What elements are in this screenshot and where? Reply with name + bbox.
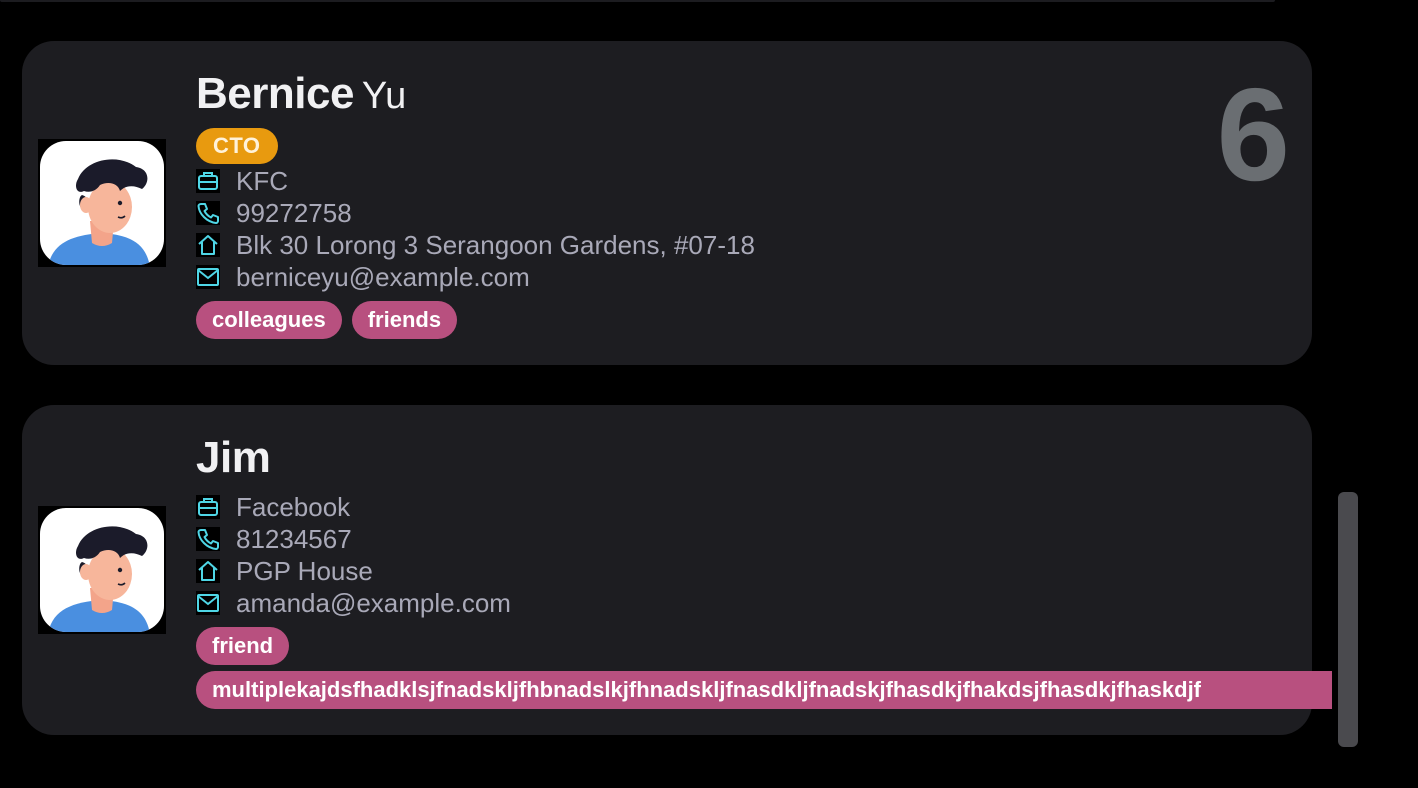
address-text: Blk 30 Lorong 3 Serangoon Gardens, #07-1… bbox=[236, 229, 755, 260]
tag-list: friend bbox=[196, 627, 299, 665]
tag-colleagues: colleagues bbox=[196, 301, 342, 339]
person-index: 6 bbox=[1216, 61, 1290, 208]
email-row: berniceyu@example.com bbox=[196, 261, 530, 293]
company-row: KFC bbox=[196, 165, 288, 197]
home-icon bbox=[196, 233, 220, 257]
address-row: PGP House bbox=[196, 555, 373, 587]
email-text: amanda@example.com bbox=[236, 587, 511, 618]
person-name: Jim bbox=[196, 433, 271, 483]
person-card[interactable]: Jim Facebook 81234567 PGP House amanda@e bbox=[22, 405, 1332, 735]
email-row: amanda@example.com bbox=[196, 587, 511, 619]
avatar-illustration bbox=[40, 141, 164, 265]
home-icon bbox=[196, 559, 220, 583]
role-badge: CTO bbox=[196, 128, 278, 164]
avatar bbox=[38, 506, 166, 634]
phone-row: 99272758 bbox=[196, 197, 352, 229]
phone-text: 81234567 bbox=[236, 523, 352, 554]
tag-long: multiplekajdsfhadklsjfnadskljfhbnadslkjf… bbox=[196, 671, 1332, 709]
last-name: Yu bbox=[361, 75, 407, 117]
tag-list: colleagues friends bbox=[196, 301, 467, 339]
avatar bbox=[38, 139, 166, 267]
first-name: Bernice bbox=[196, 69, 354, 118]
briefcase-icon bbox=[196, 495, 220, 519]
mail-icon bbox=[196, 265, 220, 289]
company-text: Facebook bbox=[236, 491, 351, 522]
email-text: berniceyu@example.com bbox=[236, 261, 530, 292]
avatar-illustration bbox=[40, 508, 164, 632]
address-text: PGP House bbox=[236, 555, 373, 586]
briefcase-icon bbox=[196, 169, 220, 193]
tag-friend: friend bbox=[196, 627, 290, 665]
list-divider bbox=[0, 0, 1275, 2]
company-text: KFC bbox=[236, 165, 288, 196]
scrollbar-thumb[interactable] bbox=[1338, 492, 1358, 747]
address-row: Blk 30 Lorong 3 Serangoon Gardens, #07-1… bbox=[196, 229, 755, 261]
company-row: Facebook bbox=[196, 491, 350, 523]
mail-icon bbox=[196, 591, 220, 615]
phone-icon bbox=[196, 527, 220, 551]
phone-row: 81234567 bbox=[196, 523, 352, 555]
phone-text: 99272758 bbox=[236, 197, 352, 228]
phone-icon bbox=[196, 201, 220, 225]
person-card[interactable]: Bernice Yu CTO KFC 99272758 Blk 30 Lorong… bbox=[22, 41, 1312, 365]
person-name: Bernice Yu bbox=[196, 69, 406, 119]
first-name: Jim bbox=[196, 433, 271, 482]
tag-friends: friends bbox=[351, 301, 458, 339]
